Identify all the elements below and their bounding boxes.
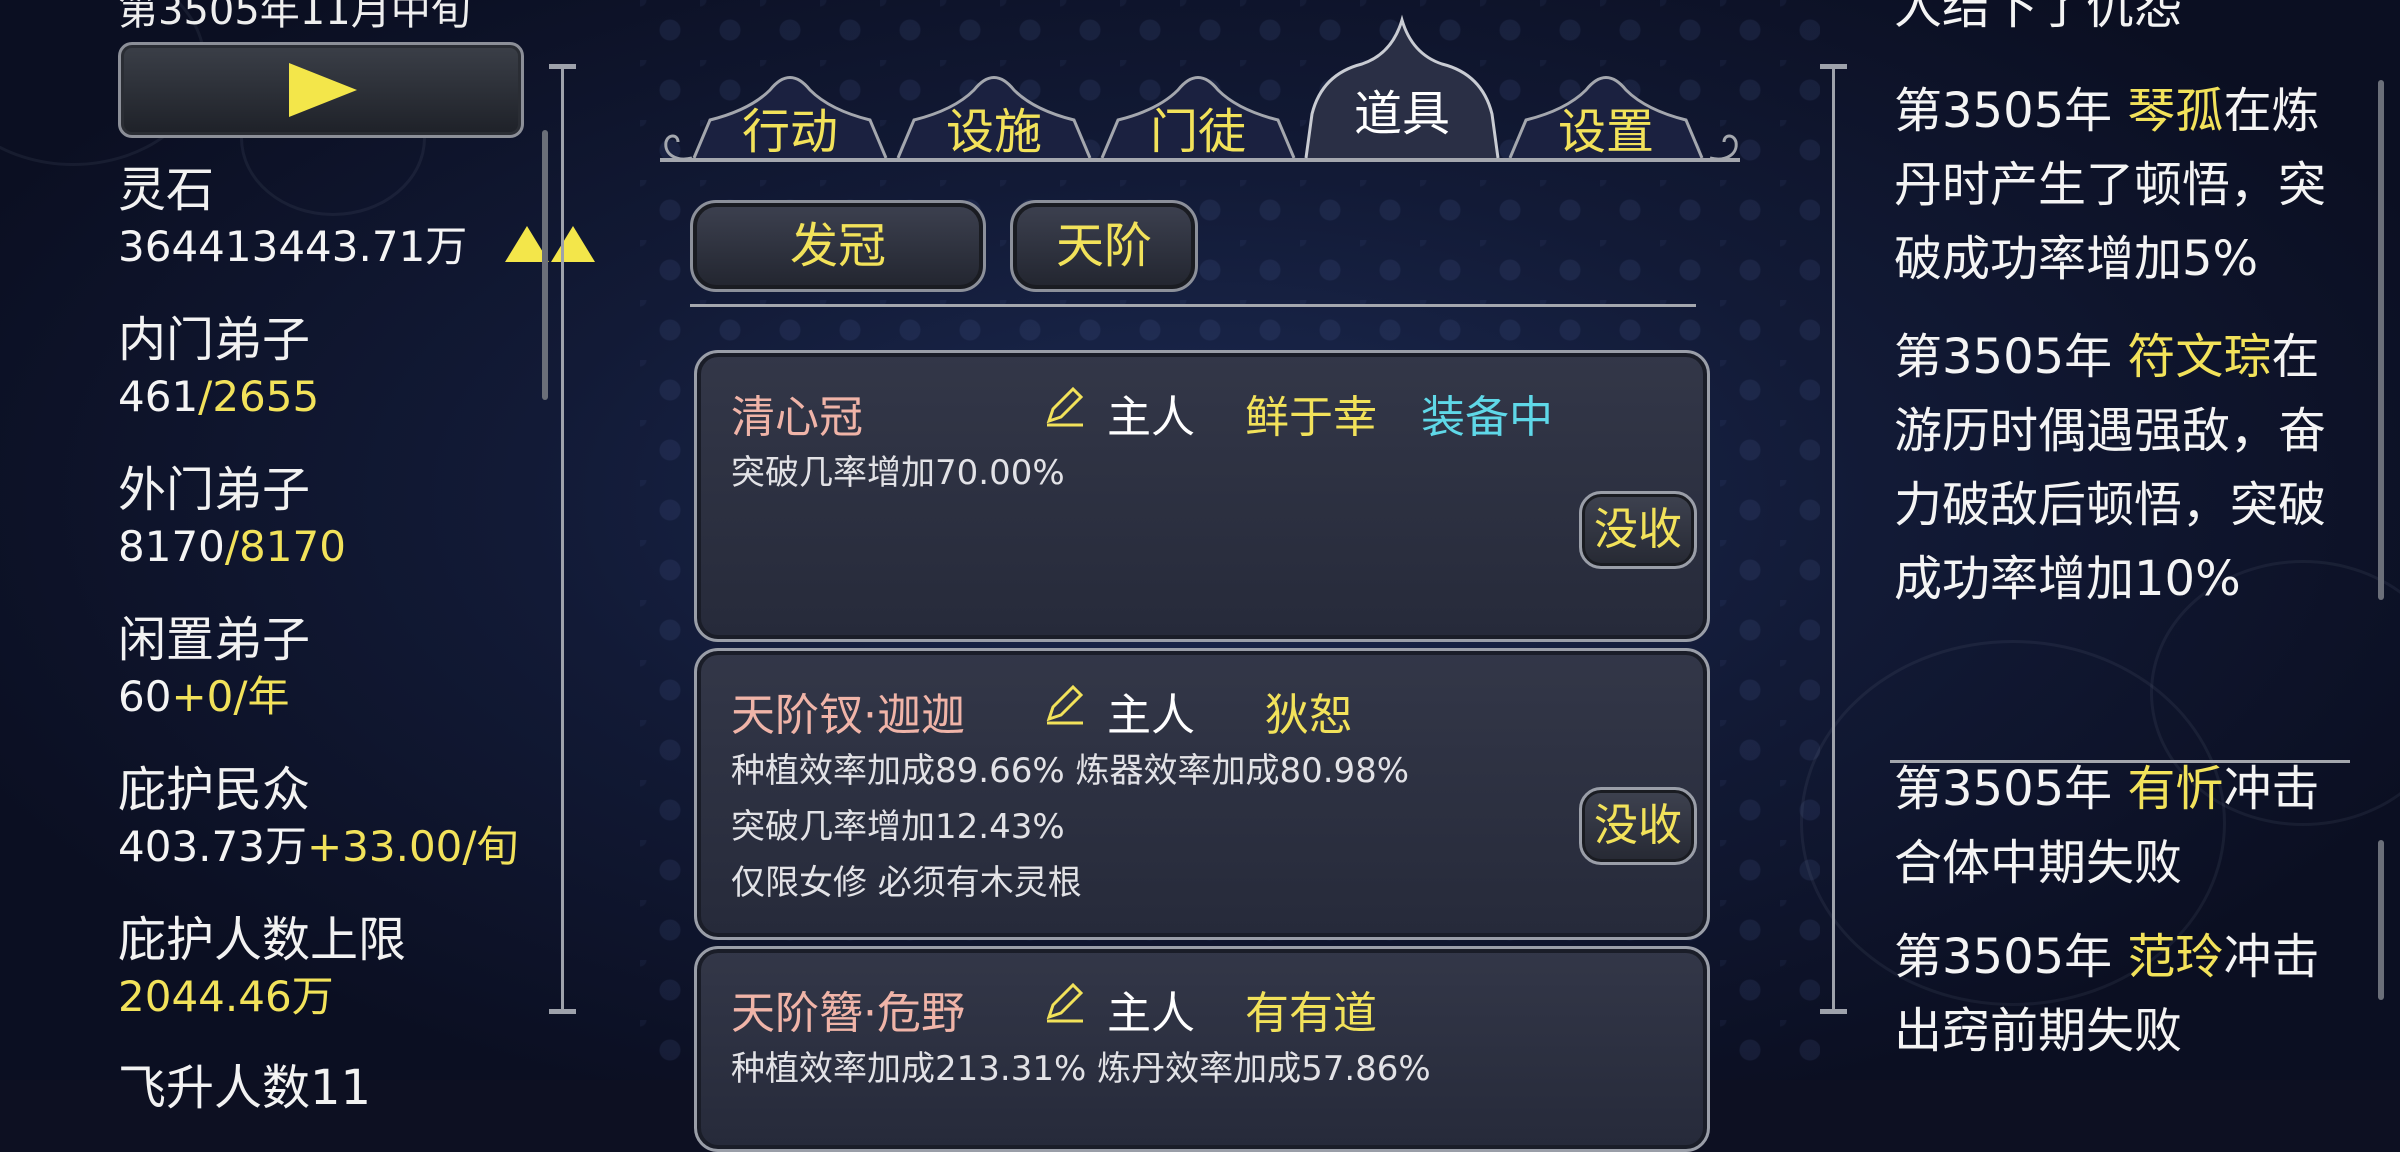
stat-protection-limit: 庇护人数上限 2044.46万 bbox=[118, 910, 406, 1024]
sect-status-panel: 第3505年11月中旬 灵石 364413443.71万 内门弟子 461/26… bbox=[0, 0, 600, 1116]
stat-spirit-stones: 灵石 364413443.71万 bbox=[118, 160, 467, 274]
item-card: 天阶簪·危野 主人 有有道 种植效率加成213.31% 炼丹效率加成57.86% bbox=[694, 946, 1710, 1152]
edit-pen-icon[interactable] bbox=[1041, 979, 1087, 1025]
item-card: 清心冠 主人 鲜于幸 装备中 突破几率增加70.00% 没收 bbox=[694, 350, 1710, 642]
stat-ascended: 飞升人数11 bbox=[118, 1058, 371, 1118]
owner-label: 主人 bbox=[1107, 690, 1195, 741]
stat-value: 60 bbox=[118, 672, 172, 721]
stat-label: 庇护人数上限 bbox=[118, 912, 407, 968]
edit-pen-icon[interactable] bbox=[1041, 383, 1087, 429]
item-desc-line: 仅限女修 必须有木灵根 bbox=[731, 863, 1082, 903]
confiscate-button[interactable]: 没收 bbox=[1579, 787, 1697, 865]
owner-label: 主人 bbox=[1107, 392, 1195, 443]
log-entry: 第3505年 有忻冲击合体中期失败 bbox=[1894, 752, 2364, 900]
log-entry: 第3505年 符文琮在游历时偶遇强敌，奋力破敌后顿悟，突破成功率增加10% bbox=[1894, 320, 2364, 616]
stat-extra: +33.00/旬 bbox=[306, 822, 519, 871]
edit-pen-icon[interactable] bbox=[1041, 681, 1087, 727]
left-scrollbar[interactable] bbox=[542, 130, 548, 400]
item-name: 清心冠 bbox=[731, 392, 863, 443]
log-name[interactable]: 符文琮 bbox=[2127, 329, 2271, 385]
holder-name[interactable]: 狄恕 bbox=[1265, 679, 1353, 743]
log-name[interactable]: 琴孤 bbox=[2127, 83, 2223, 139]
log-entry: 第3505年 范玲冲击出窍前期失败 bbox=[1894, 920, 2364, 1068]
stat-value: 403.73万 bbox=[118, 822, 307, 871]
item-name: 天阶簪·危野 bbox=[731, 988, 965, 1039]
tab-facilities[interactable]: 设施 bbox=[894, 60, 1094, 160]
stat-extra: /8170 bbox=[224, 522, 346, 571]
tab-bar-ornament-right bbox=[1709, 134, 1738, 161]
tab-label: 行动 bbox=[741, 104, 838, 160]
stat-outer-disciples: 外门弟子 8170/8170 bbox=[118, 460, 346, 574]
item-desc-line: 突破几率增加12.43% bbox=[731, 807, 1065, 847]
item-card: 天阶钗·迦迦 主人 狄恕 种植效率加成89.66% 炼器效率加成80.98% 突… bbox=[694, 648, 1710, 940]
stat-extra: 2044.46万 bbox=[118, 972, 334, 1021]
log-name[interactable]: 范玲 bbox=[2127, 929, 2223, 985]
holder-name[interactable]: 鲜于幸 bbox=[1245, 381, 1377, 445]
increase-arrows-icon bbox=[505, 226, 597, 266]
left-panel-frame bbox=[549, 64, 576, 1014]
stat-extra: +0/年 bbox=[171, 672, 290, 721]
tab-items[interactable]: 道具 bbox=[1302, 14, 1502, 160]
item-desc-line: 种植效率加成89.66% 炼器效率加成80.98% bbox=[731, 751, 1410, 791]
tab-label: 设施 bbox=[945, 104, 1042, 160]
subtab-heaven-tier[interactable]: 天阶 bbox=[1010, 200, 1198, 292]
play-button[interactable] bbox=[118, 42, 524, 138]
stat-idle-disciples: 闲置弟子 60+0/年 bbox=[118, 610, 310, 724]
stat-label: 闲置弟子 bbox=[118, 612, 311, 668]
tab-label: 道具 bbox=[1353, 86, 1450, 142]
stat-inner-disciples: 内门弟子 461/2655 bbox=[118, 310, 319, 424]
log-year: 第3505年 bbox=[1894, 329, 2128, 385]
date-text: 第3505年11月中旬 bbox=[118, 0, 471, 34]
owner-label: 主人 bbox=[1107, 988, 1195, 1039]
item-desc-line: 种植效率加成213.31% 炼丹效率加成57.86% bbox=[731, 1049, 1431, 1089]
equipped-status: 装备中 bbox=[1421, 392, 1553, 443]
tab-disciples[interactable]: 门徒 bbox=[1098, 60, 1298, 160]
stat-label: 庇护民众 bbox=[118, 762, 311, 818]
log-name[interactable]: 有忻 bbox=[2127, 761, 2223, 817]
stat-label: 内门弟子 bbox=[118, 312, 311, 368]
right-panel-frame bbox=[1820, 64, 1847, 1014]
tab-action[interactable]: 行动 bbox=[690, 60, 890, 160]
subtab-divider bbox=[690, 304, 1696, 307]
stat-label: 飞升人数11 bbox=[118, 1060, 372, 1116]
holder-name[interactable]: 有有道 bbox=[1245, 977, 1377, 1041]
stat-value: 8170 bbox=[118, 522, 225, 571]
tab-settings[interactable]: 设置 bbox=[1506, 60, 1706, 160]
item-name: 天阶钗·迦迦 bbox=[731, 690, 965, 741]
tab-label: 设置 bbox=[1557, 104, 1654, 160]
tab-label: 门徒 bbox=[1149, 104, 1246, 160]
log-year: 第3505年 bbox=[1894, 83, 2128, 139]
log-year: 第3505年 bbox=[1894, 761, 2128, 817]
log-line-cut: 人结下了仇怨 bbox=[1894, 0, 2183, 35]
confiscate-button[interactable]: 没收 bbox=[1579, 491, 1697, 569]
stat-extra: /2655 bbox=[198, 372, 320, 421]
stat-label: 灵石 bbox=[118, 162, 215, 218]
play-icon bbox=[289, 63, 357, 117]
log-scrollbar-lower[interactable] bbox=[2378, 840, 2384, 1000]
stat-protected-people: 庇护民众 403.73万+33.00/旬 bbox=[118, 760, 519, 874]
log-scrollbar-upper[interactable] bbox=[2378, 80, 2384, 600]
log-entry: 第3505年 琴孤在炼丹时产生了顿悟，突破成功率增加5% bbox=[1894, 74, 2364, 296]
item-desc-line: 突破几率增加70.00% bbox=[731, 453, 1065, 493]
stat-value: 364413443.71万 bbox=[118, 222, 468, 271]
log-year: 第3505年 bbox=[1894, 929, 2128, 985]
stat-value: 461 bbox=[118, 372, 199, 421]
stat-label: 外门弟子 bbox=[118, 462, 311, 518]
subtab-crown[interactable]: 发冠 bbox=[690, 200, 986, 292]
